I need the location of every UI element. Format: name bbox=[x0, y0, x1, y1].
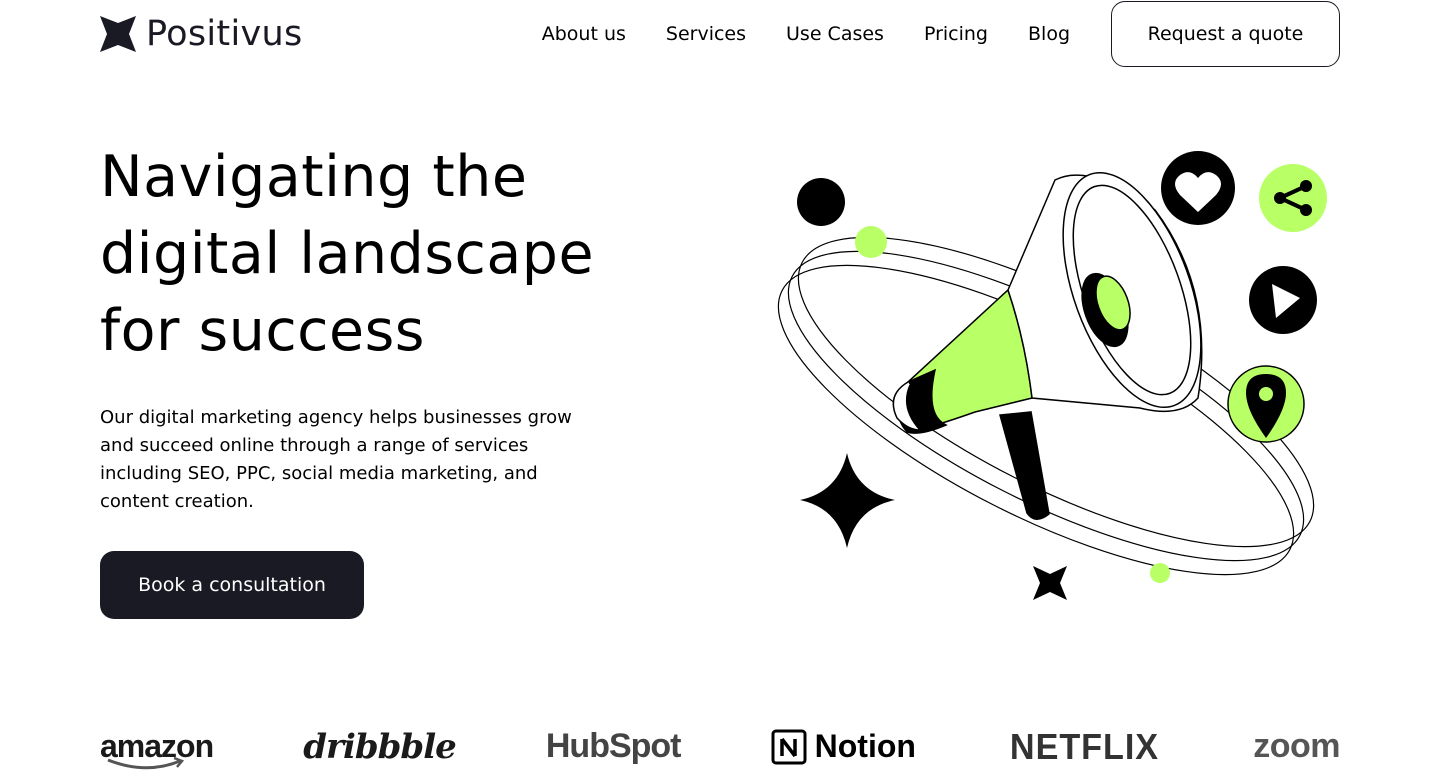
logo-hubspot: HubSpot bbox=[545, 727, 682, 765]
decor-green-dot-small bbox=[1150, 563, 1170, 583]
book-consultation-button[interactable]: Book a consultation bbox=[100, 551, 364, 619]
nav-use-cases[interactable]: Use Cases bbox=[786, 23, 884, 45]
decor-green-dot bbox=[855, 226, 887, 258]
hero-description: Our digital marketing agency helps busin… bbox=[100, 407, 572, 512]
small-star-icon bbox=[1033, 566, 1067, 600]
nav-services[interactable]: Services bbox=[666, 23, 746, 45]
heart-icon bbox=[1161, 151, 1235, 225]
sparkle-star-icon bbox=[800, 453, 895, 548]
client-logos: amazon dribbble HubSpot Notion NETFLIX z… bbox=[100, 722, 1340, 771]
notion-icon bbox=[771, 729, 807, 764]
location-pin-icon bbox=[1227, 365, 1305, 443]
logo-text: Positivus bbox=[146, 14, 303, 54]
logo[interactable]: Positivus bbox=[100, 14, 303, 54]
logo-amazon: amazon bbox=[100, 728, 214, 770]
hero-title: Navigating the digital landscape for suc… bbox=[100, 144, 595, 364]
nav-pricing[interactable]: Pricing bbox=[924, 23, 988, 45]
decor-black-dot bbox=[797, 178, 845, 226]
hero-illustration bbox=[777, 151, 1327, 600]
logo-notion: Notion bbox=[771, 728, 916, 765]
logo-dribbble: dribbble bbox=[303, 726, 456, 767]
logo-zoom: zoom bbox=[1253, 727, 1340, 765]
nav-about-us[interactable]: About us bbox=[542, 23, 626, 45]
nav-blog[interactable]: Blog bbox=[1028, 23, 1070, 45]
logo-star-icon bbox=[100, 16, 136, 52]
request-quote-button[interactable]: Request a quote bbox=[1111, 1, 1340, 67]
share-icon bbox=[1259, 164, 1327, 232]
logo-netflix: NETFLIX bbox=[1009, 725, 1160, 767]
play-icon bbox=[1249, 266, 1317, 334]
main-nav: About us Services Use Cases Pricing Blog… bbox=[542, 0, 1340, 68]
amazon-smile-icon bbox=[107, 757, 185, 770]
